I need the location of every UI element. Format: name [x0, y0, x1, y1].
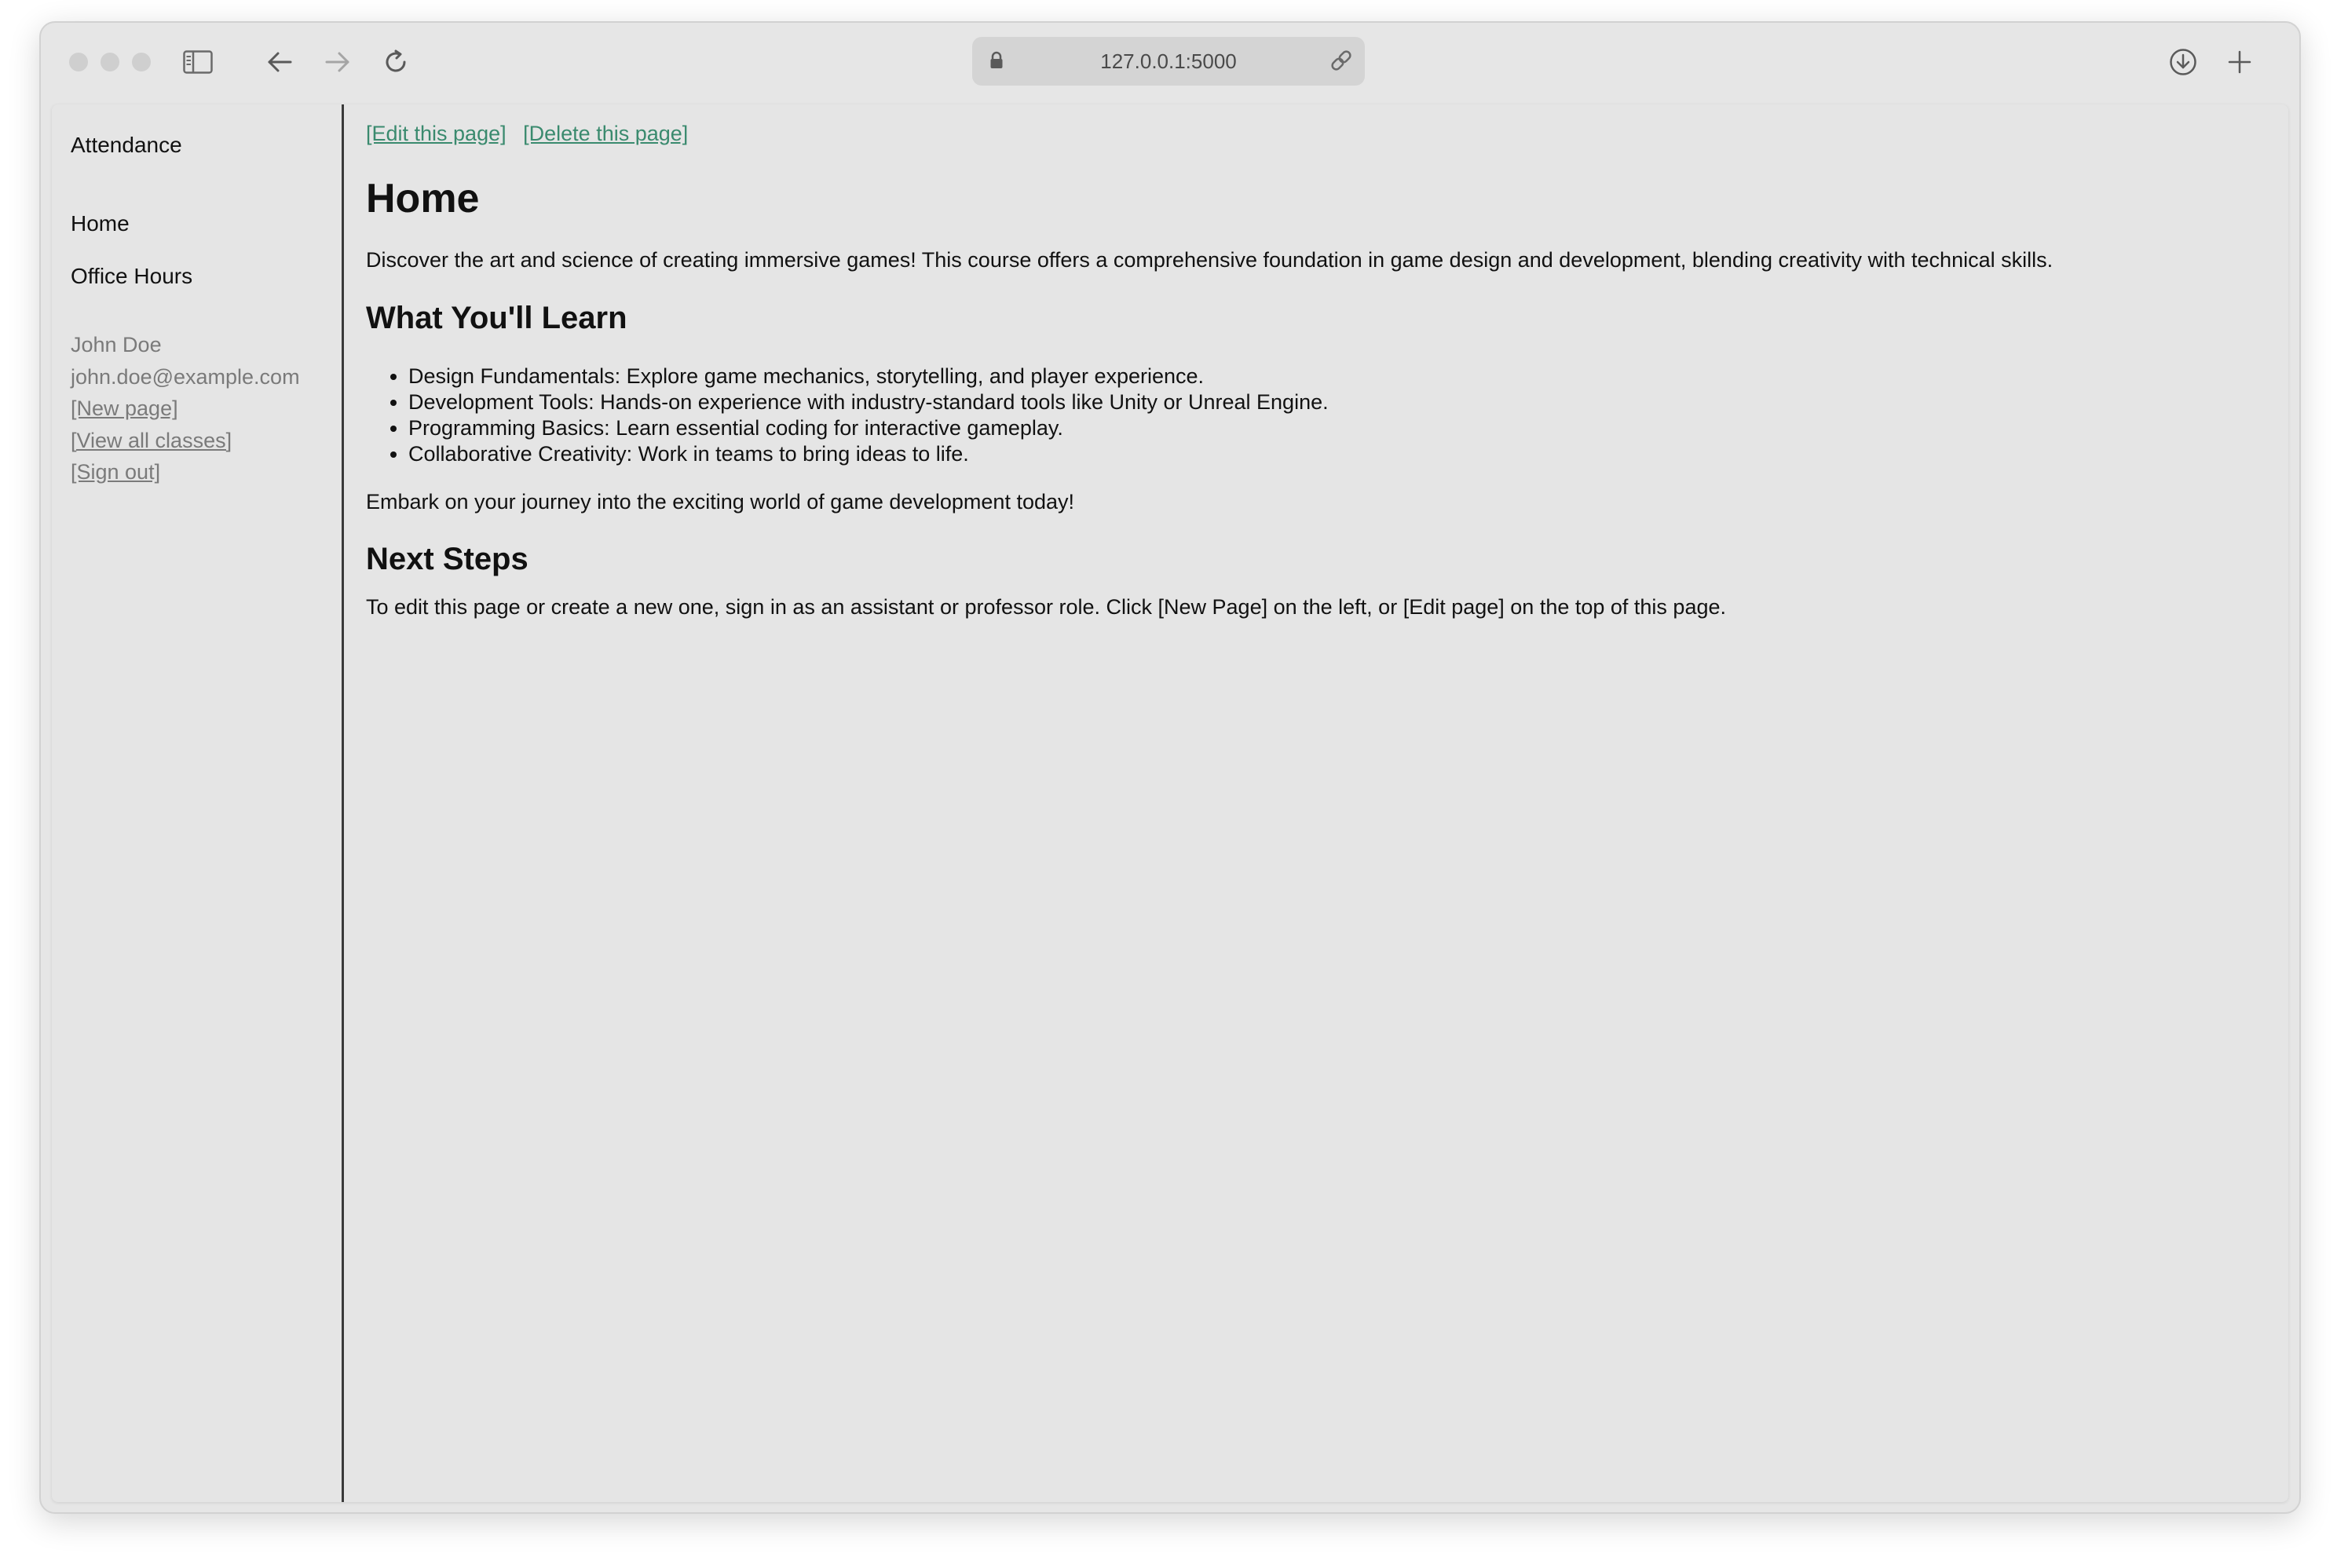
view-all-classes-link[interactable]: [View all classes]: [71, 425, 300, 457]
list-item: Development Tools: Hands-on experience w…: [408, 389, 1329, 415]
web-page: Attendance Home Office Hours John Doe jo…: [52, 104, 2288, 1502]
sidebar-toggle-icon[interactable]: [181, 45, 215, 79]
user-name: John Doe: [71, 333, 162, 356]
intro-paragraph: Discover the art and science of creating…: [366, 248, 2054, 272]
close-window-button[interactable]: [69, 53, 88, 71]
page-title: Home: [366, 176, 480, 221]
link-icon[interactable]: [1329, 48, 1354, 77]
learn-heading: What You'll Learn: [366, 301, 627, 335]
zoom-window-button[interactable]: [132, 53, 151, 71]
user-email: john.doe@example.com: [71, 364, 300, 389]
reload-icon[interactable]: [379, 45, 413, 79]
url-text[interactable]: 127.0.0.1:5000: [972, 37, 1365, 86]
forward-arrow-icon[interactable]: [320, 45, 355, 79]
nav-item-home[interactable]: Home: [71, 211, 130, 236]
list-item: Design Fundamentals: Explore game mechan…: [408, 364, 1329, 389]
learn-list: Design Fundamentals: Explore game mechan…: [366, 364, 1329, 467]
user-block: John Doe john.doe@example.com [New page]…: [71, 329, 300, 488]
next-steps-paragraph: To edit this page or create a new one, s…: [366, 595, 1726, 619]
edit-page-link[interactable]: [Edit this page]: [366, 122, 507, 145]
back-arrow-icon[interactable]: [262, 45, 297, 79]
sidebar-title[interactable]: Attendance: [71, 133, 182, 158]
minimize-window-button[interactable]: [101, 53, 119, 71]
next-steps-heading: Next Steps: [366, 542, 528, 576]
list-item: Collaborative Creativity: Work in teams …: [408, 441, 1329, 467]
sidebar: Attendance Home Office Hours John Doe jo…: [52, 104, 344, 1502]
page-actions: [Edit this page] [Delete this page]: [366, 122, 699, 146]
new-tab-plus-icon[interactable]: [2222, 45, 2257, 79]
browser-toolbar: 127.0.0.1:5000: [41, 23, 2299, 104]
list-item: Programming Basics: Learn essential codi…: [408, 415, 1329, 441]
browser-window: 127.0.0.1:5000 Attendance Home Office Ho…: [39, 21, 2301, 1514]
sign-out-link[interactable]: [Sign out]: [71, 456, 300, 488]
delete-page-link[interactable]: [Delete this page]: [523, 122, 688, 145]
outro-paragraph: Embark on your journey into the exciting…: [366, 490, 1074, 514]
nav-item-office-hours[interactable]: Office Hours: [71, 264, 192, 289]
new-page-link[interactable]: [New page]: [71, 393, 300, 425]
address-bar[interactable]: 127.0.0.1:5000: [972, 37, 1365, 86]
download-icon[interactable]: [2166, 45, 2200, 79]
